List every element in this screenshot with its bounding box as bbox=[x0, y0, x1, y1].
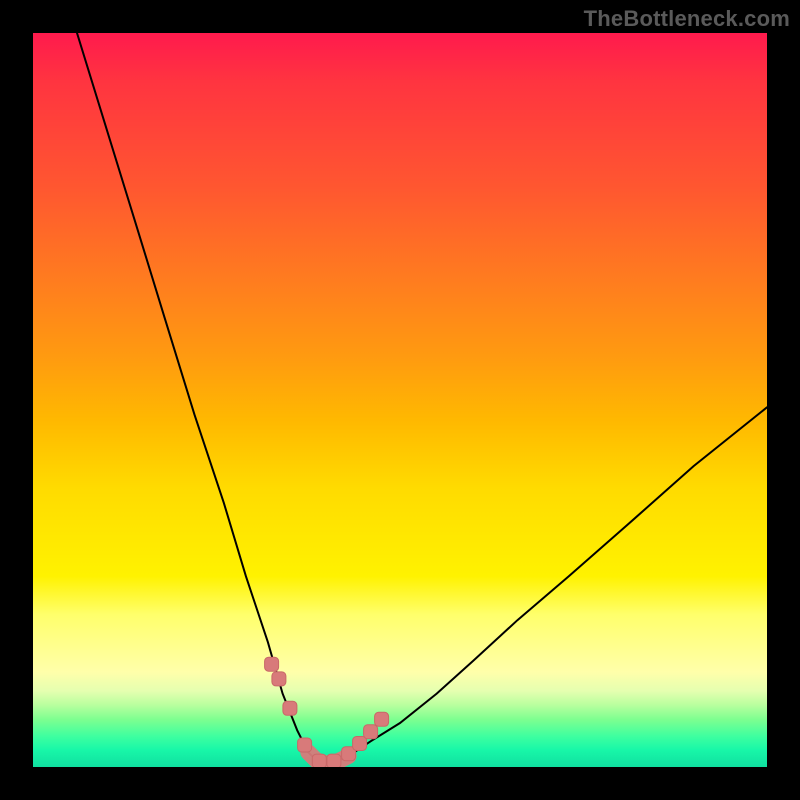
curve-marker bbox=[375, 712, 389, 726]
curve-marker bbox=[327, 754, 341, 767]
plot-area bbox=[33, 33, 767, 767]
watermark-text: TheBottleneck.com bbox=[584, 6, 790, 32]
curve-marker bbox=[312, 754, 326, 767]
bottleneck-curve-markers bbox=[265, 657, 389, 767]
curve-marker bbox=[298, 738, 312, 752]
chart-frame bbox=[0, 0, 800, 800]
bottleneck-curve-line bbox=[77, 33, 767, 763]
curve-marker bbox=[364, 725, 378, 739]
curve-marker bbox=[272, 672, 286, 686]
bottleneck-curve-svg bbox=[33, 33, 767, 767]
curve-marker bbox=[283, 701, 297, 715]
curve-marker bbox=[353, 737, 367, 751]
curve-marker bbox=[265, 657, 279, 671]
